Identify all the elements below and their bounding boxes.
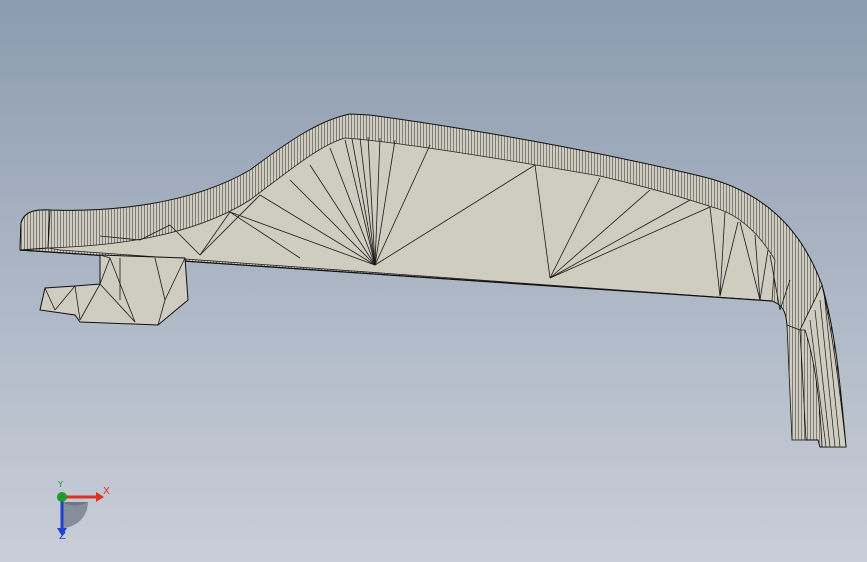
- model-left-nose-mesh: [19, 209, 51, 251]
- triad-plane: [62, 502, 88, 528]
- z-axis-label: Z: [59, 531, 66, 542]
- orientation-triad[interactable]: X Y Z: [40, 478, 120, 548]
- y-axis-label: Y: [58, 480, 63, 489]
- x-axis-label: X: [103, 486, 110, 497]
- model-lower-bracket: [39, 254, 189, 326]
- y-axis-dot: [57, 492, 67, 502]
- graphics-viewport[interactable]: X Y Z: [0, 0, 867, 562]
- 3d-model-view[interactable]: [0, 0, 867, 562]
